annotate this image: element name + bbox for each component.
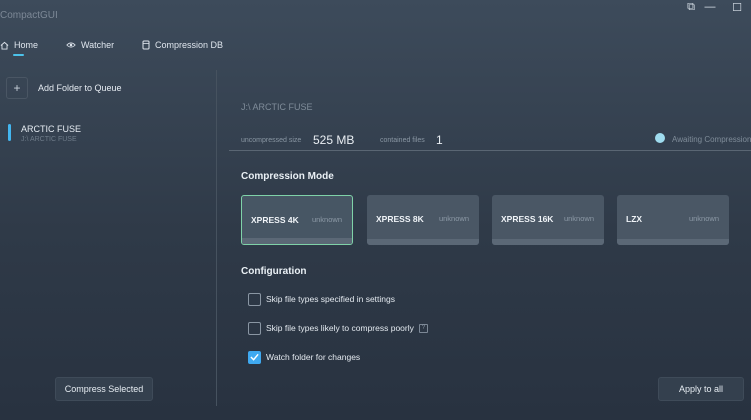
tab-compression-db-label: Compression DB bbox=[155, 40, 224, 50]
title-bar: CompactGUI ⧉ — ☐ bbox=[0, 0, 751, 30]
mode-progress-bar bbox=[617, 239, 729, 245]
mode-name: XPRESS 8K bbox=[376, 214, 424, 224]
mode-card-xpress16k[interactable]: XPRESS 16K unknown bbox=[492, 195, 604, 245]
eye-icon bbox=[66, 42, 76, 48]
add-folder-label[interactable]: Add Folder to Queue bbox=[38, 83, 122, 93]
skip-poor-types-label: Skip file types likely to compress poorl… bbox=[266, 323, 414, 333]
watch-folder-checkbox[interactable] bbox=[248, 350, 261, 364]
skip-settings-types-label: Skip file types specified in settings bbox=[266, 294, 395, 304]
tab-watcher[interactable]: Watcher bbox=[66, 35, 114, 55]
option-watch-folder[interactable]: Watch folder for changes bbox=[248, 350, 360, 364]
active-tab-indicator bbox=[13, 54, 24, 56]
add-folder-button[interactable]: + bbox=[6, 77, 28, 99]
mode-card-xpress4k[interactable]: XPRESS 4K unknown bbox=[241, 195, 353, 245]
uncompressed-size-value: 525 MB bbox=[313, 133, 355, 147]
app-title: CompactGUI bbox=[0, 10, 58, 21]
compression-mode-title: Compression Mode bbox=[241, 171, 334, 182]
maximize-button[interactable]: ☐ bbox=[726, 0, 748, 14]
skip-poor-types-checkbox[interactable] bbox=[248, 321, 261, 335]
tab-home[interactable]: Home bbox=[0, 35, 39, 56]
mode-name: XPRESS 16K bbox=[501, 214, 554, 224]
plus-icon: + bbox=[13, 81, 21, 95]
status-text: Awaiting Compression bbox=[672, 135, 751, 144]
queue-item-name: ARCTIC FUSE bbox=[21, 124, 82, 134]
option-skip-settings-types[interactable]: Skip file types specified in settings bbox=[248, 292, 395, 306]
mode-progress-bar bbox=[492, 239, 604, 245]
folder-path: J:\ ARCTIC FUSE bbox=[241, 102, 313, 112]
mode-estimate: unknown bbox=[688, 214, 719, 223]
mode-estimate: unknown bbox=[311, 215, 342, 224]
mode-progress-bar bbox=[242, 238, 352, 244]
configuration-title: Configuration bbox=[241, 266, 307, 277]
checkmark-icon bbox=[250, 353, 259, 361]
status-indicator-icon bbox=[655, 133, 665, 143]
database-icon bbox=[142, 40, 150, 50]
queue-item-selected-indicator bbox=[8, 124, 11, 141]
mode-card-xpress8k[interactable]: XPRESS 8K unknown bbox=[367, 195, 479, 245]
contained-files-label: contained files bbox=[380, 137, 425, 144]
mode-name: LZX bbox=[626, 214, 643, 224]
tab-compression-db[interactable]: Compression DB bbox=[142, 35, 223, 55]
compress-selected-button[interactable]: Compress Selected bbox=[55, 377, 153, 401]
help-icon[interactable]: ? bbox=[418, 323, 428, 333]
apply-to-all-button[interactable]: Apply to all bbox=[658, 377, 744, 401]
home-icon bbox=[0, 41, 9, 50]
skip-settings-types-checkbox[interactable] bbox=[248, 292, 261, 306]
details-divider bbox=[229, 150, 751, 151]
tab-home-label: Home bbox=[14, 40, 39, 50]
minimize-button[interactable]: — bbox=[699, 0, 721, 14]
mode-estimate: unknown bbox=[438, 214, 469, 223]
queue-item[interactable]: ARCTIC FUSE J:\ ARCTIC FUSE bbox=[8, 123, 208, 145]
queue-item-path: J:\ ARCTIC FUSE bbox=[21, 136, 77, 143]
mode-name: XPRESS 4K bbox=[251, 215, 299, 225]
mode-progress-bar bbox=[367, 239, 479, 245]
mode-card-lzx[interactable]: LZX unknown bbox=[617, 195, 729, 245]
watch-folder-label: Watch folder for changes bbox=[266, 352, 361, 362]
uncompressed-size-label: uncompressed size bbox=[241, 137, 302, 144]
contained-files-value: 1 bbox=[436, 133, 443, 147]
pane-divider bbox=[216, 70, 217, 406]
mode-estimate: unknown bbox=[563, 214, 594, 223]
tab-watcher-label: Watcher bbox=[81, 40, 115, 50]
option-skip-poor-types[interactable]: Skip file types likely to compress poorl… bbox=[248, 321, 428, 335]
